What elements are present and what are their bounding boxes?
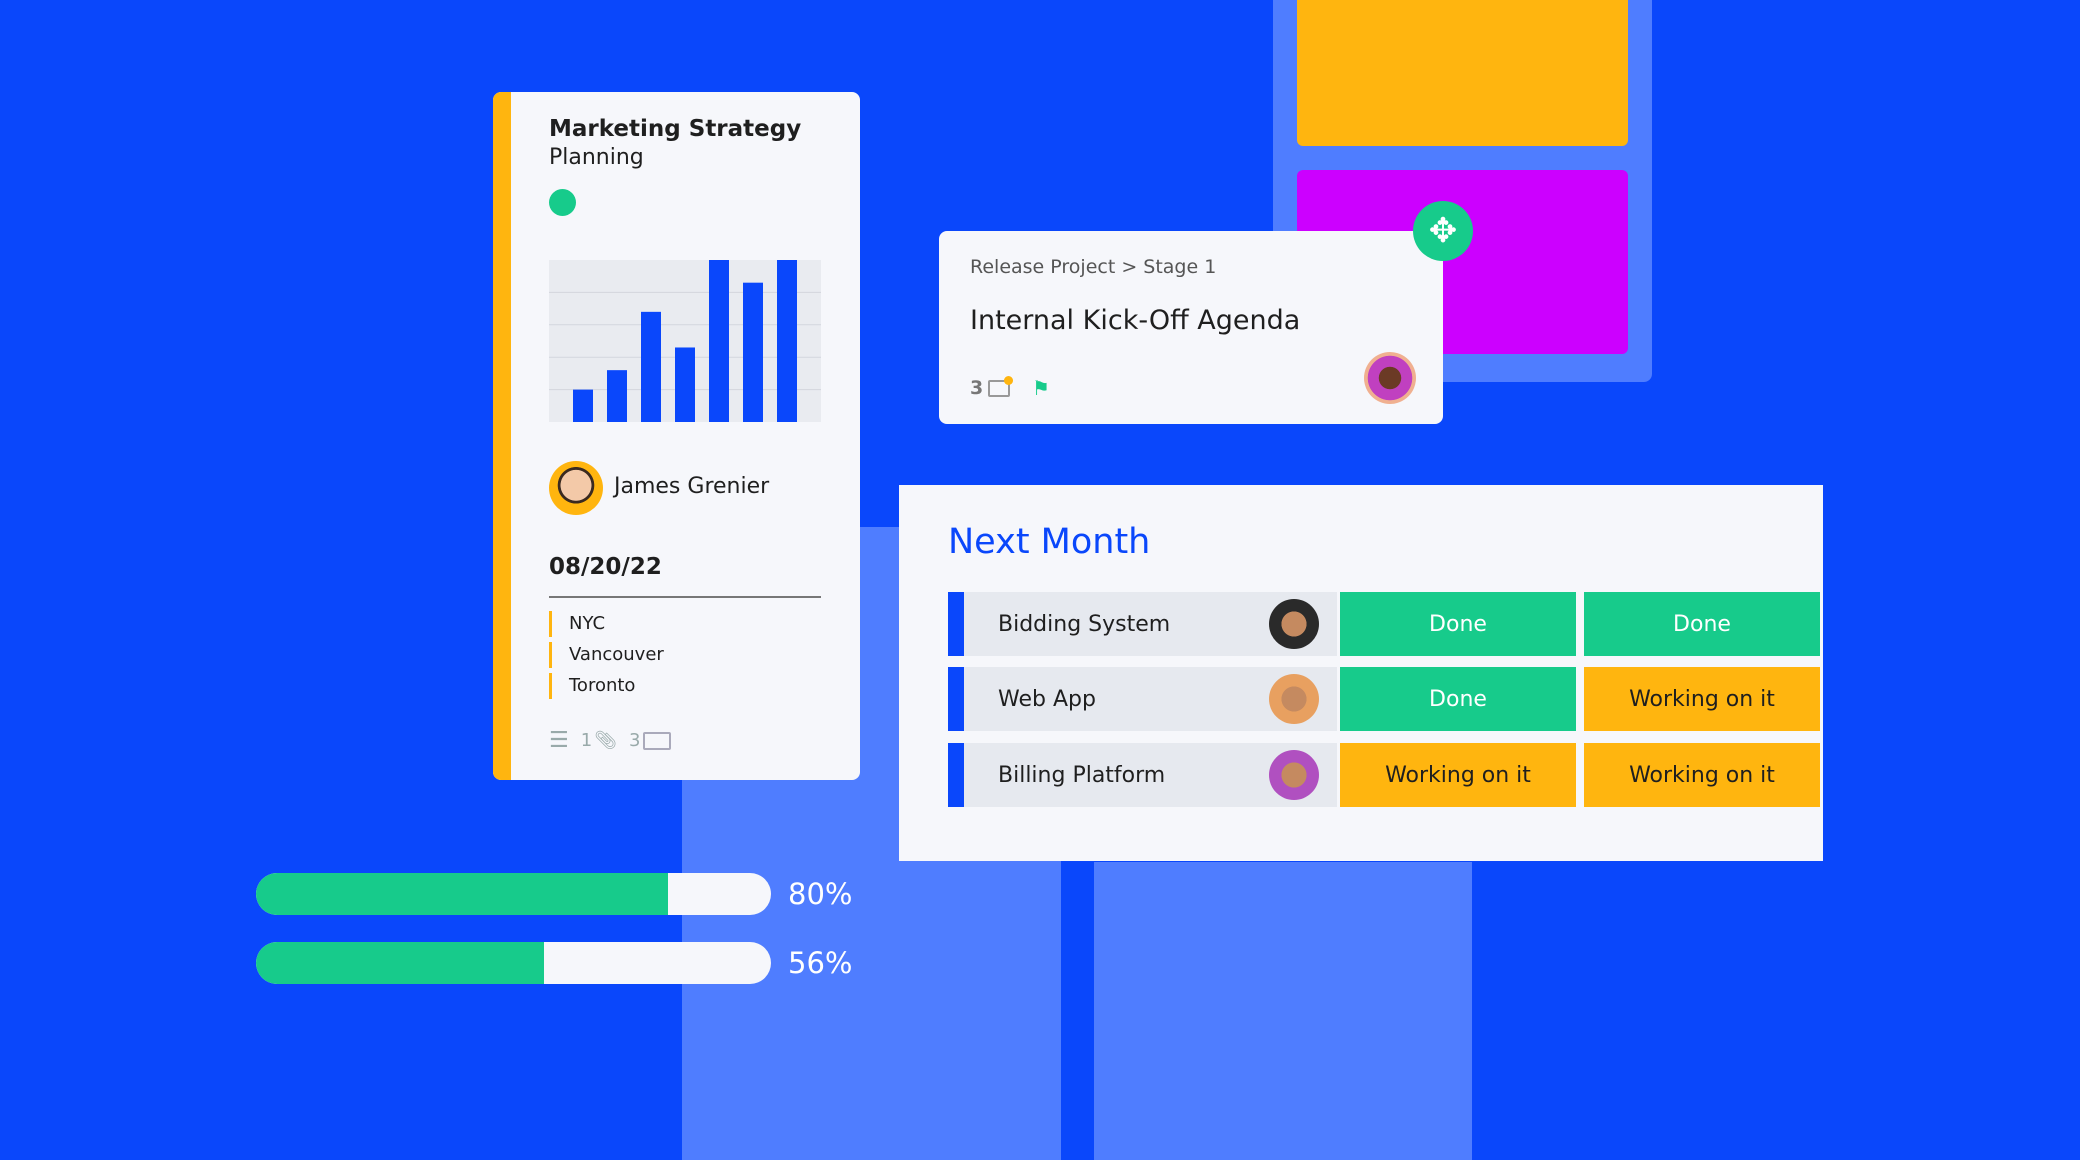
progress-fill (256, 942, 545, 984)
item-name-text: Billing Platform (998, 762, 1166, 788)
status-cell[interactable]: Working on it (1584, 667, 1820, 731)
paperclip-icon[interactable]: 📎︎ (594, 730, 617, 751)
item-name-text: Web App (998, 686, 1096, 712)
chart-bar (573, 389, 593, 422)
row-indicator (948, 592, 964, 656)
list-icon[interactable]: ☰ (549, 728, 569, 753)
location-item: NYC (549, 611, 605, 637)
bg-column (1094, 862, 1472, 1160)
progress-label: 80% (788, 877, 853, 911)
row-indicator (948, 667, 964, 731)
card-accent-stripe (493, 92, 511, 780)
table-row[interactable]: Web App Done Working on it (948, 667, 1823, 731)
chart-bar (675, 347, 695, 422)
item-name[interactable]: Billing Platform (964, 743, 1337, 807)
card-footer: ☰ 1 📎︎ 3 (549, 728, 671, 753)
comment-count: 3 (629, 730, 641, 751)
progress-label: 56% (788, 946, 853, 980)
chart-bar (709, 260, 729, 422)
chart-bar (607, 370, 627, 422)
avatar (549, 461, 603, 515)
status-dot (549, 189, 576, 216)
yellow-block (1297, 0, 1628, 146)
bar-chart (549, 260, 821, 422)
attachment-count: 1 (580, 730, 593, 751)
avatar (1269, 750, 1319, 800)
table-row[interactable]: Bidding System Done Done (948, 592, 1823, 656)
card-title: Marketing Strategy (549, 116, 802, 142)
move-icon[interactable]: ✥ (1413, 201, 1473, 261)
status-cell[interactable]: Done (1340, 592, 1576, 656)
divider (549, 596, 821, 598)
location-item: Toronto (549, 673, 635, 699)
board-title: Next Month (948, 522, 1151, 562)
comment-icon[interactable] (642, 731, 671, 750)
table-row[interactable]: Billing Platform Working on it Working o… (948, 743, 1823, 807)
task-title: Internal Kick-Off Agenda (970, 305, 1301, 336)
row-indicator (948, 743, 964, 807)
person-name: James Grenier (614, 474, 770, 499)
chart-bar (641, 311, 661, 422)
avatar (1364, 352, 1416, 404)
item-name[interactable]: Bidding System (964, 592, 1337, 656)
progress-fill (256, 873, 668, 915)
comment-count: 3 (970, 377, 984, 399)
due-date: 08/20/22 (549, 554, 662, 580)
chart-bar (777, 260, 797, 422)
flag-icon[interactable]: ⚑ (1032, 376, 1050, 400)
status-cell[interactable]: Working on it (1584, 743, 1820, 807)
status-cell[interactable]: Done (1584, 592, 1820, 656)
item-name[interactable]: Web App (964, 667, 1337, 731)
progress-bar (256, 873, 771, 915)
chart-bar (743, 282, 763, 422)
item-name-text: Bidding System (998, 611, 1171, 637)
status-cell[interactable]: Done (1340, 667, 1576, 731)
avatar (1269, 599, 1319, 649)
progress-bar (256, 942, 771, 984)
location-item: Vancouver (549, 642, 664, 668)
status-cell[interactable]: Working on it (1340, 743, 1576, 807)
notification-dot (1004, 376, 1013, 385)
avatar (1269, 674, 1319, 724)
card-subtitle: Planning (549, 145, 644, 170)
breadcrumb[interactable]: Release Project > Stage 1 (970, 256, 1216, 278)
